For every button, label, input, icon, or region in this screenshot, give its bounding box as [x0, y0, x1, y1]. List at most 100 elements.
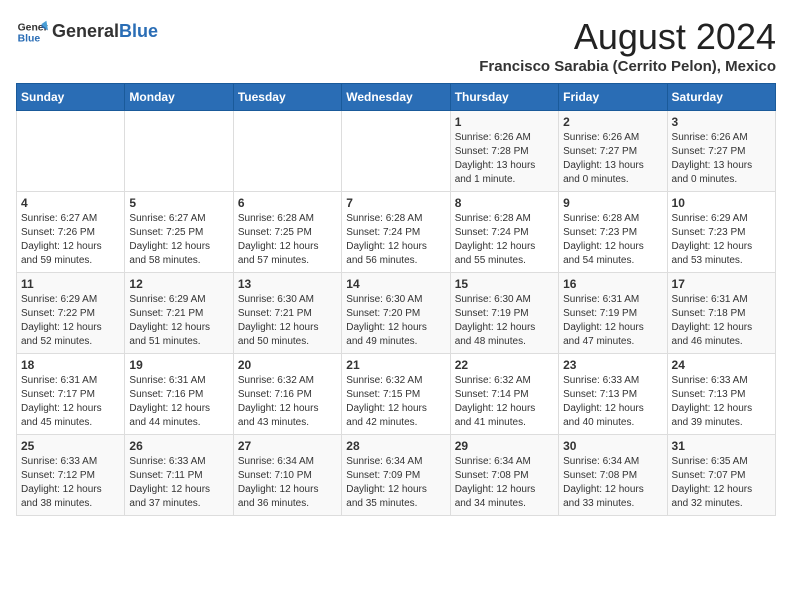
day-info: Sunrise: 6:31 AM Sunset: 7:17 PM Dayligh… — [21, 374, 120, 430]
day-number: 13 — [238, 277, 337, 291]
table-row: 7 Sunrise: 6:28 AM Sunset: 7:24 PM Daylig… — [342, 192, 450, 273]
day-number: 26 — [129, 439, 228, 453]
day-number: 2 — [563, 115, 662, 129]
table-row: 16 Sunrise: 6:31 AM Sunset: 7:19 PM Dayli… — [559, 273, 667, 354]
day-number: 10 — [672, 196, 771, 210]
day-number: 6 — [238, 196, 337, 210]
day-number: 31 — [672, 439, 771, 453]
day-number: 17 — [672, 277, 771, 291]
table-row — [233, 111, 341, 192]
header: General Blue General Blue August 2024 Fra… — [16, 16, 776, 75]
day-number: 27 — [238, 439, 337, 453]
day-number: 18 — [21, 358, 120, 372]
day-info: Sunrise: 6:26 AM Sunset: 7:27 PM Dayligh… — [563, 131, 662, 187]
day-info: Sunrise: 6:28 AM Sunset: 7:25 PM Dayligh… — [238, 212, 337, 268]
day-info: Sunrise: 6:29 AM Sunset: 7:22 PM Dayligh… — [21, 293, 120, 349]
title-section: August 2024 Francisco Sarabia (Cerrito P… — [479, 16, 776, 75]
table-row: 28 Sunrise: 6:34 AM Sunset: 7:09 PM Dayli… — [342, 435, 450, 516]
day-number: 28 — [346, 439, 445, 453]
day-number: 16 — [563, 277, 662, 291]
day-number: 29 — [455, 439, 554, 453]
day-number: 9 — [563, 196, 662, 210]
table-row: 3Sunrise: 6:26 AM Sunset: 7:27 PM Daylig… — [667, 111, 775, 192]
day-number: 8 — [455, 196, 554, 210]
day-info: Sunrise: 6:33 AM Sunset: 7:13 PM Dayligh… — [672, 374, 771, 430]
table-row — [125, 111, 233, 192]
day-number: 7 — [346, 196, 445, 210]
day-number: 1 — [455, 115, 554, 129]
table-row: 24 Sunrise: 6:33 AM Sunset: 7:13 PM Dayli… — [667, 354, 775, 435]
table-row: 8Sunrise: 6:28 AM Sunset: 7:24 PM Daylig… — [450, 192, 558, 273]
svg-text:Blue: Blue — [18, 34, 41, 45]
col-wednesday: Wednesday — [342, 84, 450, 111]
table-row — [17, 111, 125, 192]
table-row: 12 Sunrise: 6:29 AM Sunset: 7:21 PM Dayli… — [125, 273, 233, 354]
table-row: 15 Sunrise: 6:30 AM Sunset: 7:19 PM Dayli… — [450, 273, 558, 354]
day-number: 24 — [672, 358, 771, 372]
table-row: 22Sunrise: 6:32 AM Sunset: 7:14 PM Dayli… — [450, 354, 558, 435]
day-info: Sunrise: 6:28 AM Sunset: 7:23 PM Dayligh… — [563, 212, 662, 268]
day-number: 23 — [563, 358, 662, 372]
day-info: Sunrise: 6:34 AM Sunset: 7:08 PM Dayligh… — [455, 455, 554, 511]
col-friday: Friday — [559, 84, 667, 111]
day-info: Sunrise: 6:30 AM Sunset: 7:19 PM Dayligh… — [455, 293, 554, 349]
day-info: Sunrise: 6:29 AM Sunset: 7:21 PM Dayligh… — [129, 293, 228, 349]
table-row: 10 Sunrise: 6:29 AM Sunset: 7:23 PM Dayli… — [667, 192, 775, 273]
col-thursday: Thursday — [450, 84, 558, 111]
logo-general-text: General — [52, 21, 119, 41]
day-info: Sunrise: 6:30 AM Sunset: 7:20 PM Dayligh… — [346, 293, 445, 349]
col-tuesday: Tuesday — [233, 84, 341, 111]
day-number: 25 — [21, 439, 120, 453]
table-row: 29 Sunrise: 6:34 AM Sunset: 7:08 PM Dayli… — [450, 435, 558, 516]
day-info: Sunrise: 6:33 AM Sunset: 7:12 PM Dayligh… — [21, 455, 120, 511]
day-info: Sunrise: 6:33 AM Sunset: 7:11 PM Dayligh… — [129, 455, 228, 511]
table-row: 25 Sunrise: 6:33 AM Sunset: 7:12 PM Dayli… — [17, 435, 125, 516]
day-info: Sunrise: 6:31 AM Sunset: 7:19 PM Dayligh… — [563, 293, 662, 349]
day-number: 4 — [21, 196, 120, 210]
day-number: 22 — [455, 358, 554, 372]
day-info: Sunrise: 6:29 AM Sunset: 7:23 PM Dayligh… — [672, 212, 771, 268]
table-row: 2 Sunrise: 6:26 AM Sunset: 7:27 PM Daylig… — [559, 111, 667, 192]
table-row: 23 Sunrise: 6:33 AM Sunset: 7:13 PM Dayli… — [559, 354, 667, 435]
day-number: 15 — [455, 277, 554, 291]
table-row: 31 Sunrise: 6:35 AM Sunset: 7:07 PM Dayli… — [667, 435, 775, 516]
calendar-header: Sunday Monday Tuesday Wednesday Thursday… — [17, 84, 776, 111]
day-number: 20 — [238, 358, 337, 372]
table-row: 4Sunrise: 6:27 AM Sunset: 7:26 PM Daylig… — [17, 192, 125, 273]
table-row: 11 Sunrise: 6:29 AM Sunset: 7:22 PM Dayli… — [17, 273, 125, 354]
logo: General Blue General Blue — [16, 16, 158, 48]
calendar-body: 1 Sunrise: 6:26 AM Sunset: 7:28 PM Daylig… — [17, 111, 776, 516]
table-row: 18 Sunrise: 6:31 AM Sunset: 7:17 PM Dayli… — [17, 354, 125, 435]
table-row: 26 Sunrise: 6:33 AM Sunset: 7:11 PM Dayli… — [125, 435, 233, 516]
day-info: Sunrise: 6:28 AM Sunset: 7:24 PM Dayligh… — [346, 212, 445, 268]
table-row — [342, 111, 450, 192]
day-number: 11 — [21, 277, 120, 291]
col-monday: Monday — [125, 84, 233, 111]
day-info: Sunrise: 6:32 AM Sunset: 7:16 PM Dayligh… — [238, 374, 337, 430]
table-row: 5Sunrise: 6:27 AM Sunset: 7:25 PM Daylig… — [125, 192, 233, 273]
table-row: 14 Sunrise: 6:30 AM Sunset: 7:20 PM Dayli… — [342, 273, 450, 354]
day-info: Sunrise: 6:34 AM Sunset: 7:09 PM Dayligh… — [346, 455, 445, 511]
day-info: Sunrise: 6:31 AM Sunset: 7:16 PM Dayligh… — [129, 374, 228, 430]
day-number: 30 — [563, 439, 662, 453]
logo-icon: General Blue — [16, 16, 48, 48]
table-row: 6 Sunrise: 6:28 AM Sunset: 7:25 PM Daylig… — [233, 192, 341, 273]
table-row: 21 Sunrise: 6:32 AM Sunset: 7:15 PM Dayli… — [342, 354, 450, 435]
day-info: Sunrise: 6:32 AM Sunset: 7:15 PM Dayligh… — [346, 374, 445, 430]
day-info: Sunrise: 6:35 AM Sunset: 7:07 PM Dayligh… — [672, 455, 771, 511]
table-row: 30 Sunrise: 6:34 AM Sunset: 7:08 PM Dayli… — [559, 435, 667, 516]
day-number: 12 — [129, 277, 228, 291]
month-year: August 2024 — [479, 16, 776, 58]
table-row: 9 Sunrise: 6:28 AM Sunset: 7:23 PM Daylig… — [559, 192, 667, 273]
day-info: Sunrise: 6:26 AM Sunset: 7:27 PM Dayligh… — [672, 131, 771, 187]
table-row: 1 Sunrise: 6:26 AM Sunset: 7:28 PM Daylig… — [450, 111, 558, 192]
day-info: Sunrise: 6:27 AM Sunset: 7:25 PM Dayligh… — [129, 212, 228, 268]
table-row: 19Sunrise: 6:31 AM Sunset: 7:16 PM Dayli… — [125, 354, 233, 435]
location: Francisco Sarabia (Cerrito Pelon), Mexic… — [479, 58, 776, 75]
day-info: Sunrise: 6:33 AM Sunset: 7:13 PM Dayligh… — [563, 374, 662, 430]
day-number: 14 — [346, 277, 445, 291]
calendar-table: Sunday Monday Tuesday Wednesday Thursday… — [16, 83, 776, 516]
day-info: Sunrise: 6:34 AM Sunset: 7:08 PM Dayligh… — [563, 455, 662, 511]
day-info: Sunrise: 6:26 AM Sunset: 7:28 PM Dayligh… — [455, 131, 554, 187]
day-number: 21 — [346, 358, 445, 372]
